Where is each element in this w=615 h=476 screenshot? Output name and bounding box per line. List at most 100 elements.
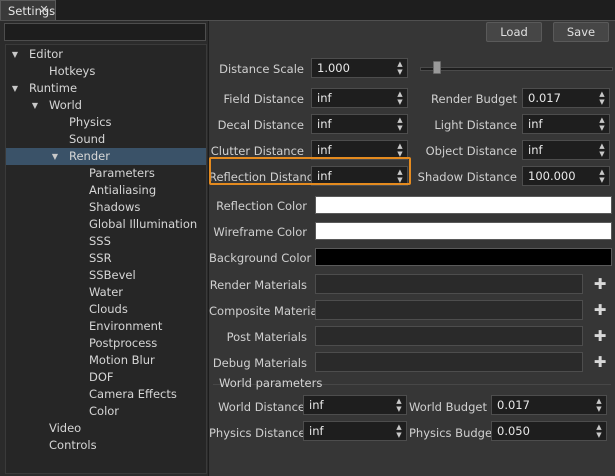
- spin-down-icon[interactable]: ▼: [395, 68, 405, 76]
- reflection-distance-highlight: [209, 157, 411, 185]
- distance-scale-slider[interactable]: [420, 67, 613, 71]
- spin-down-icon[interactable]: ▼: [394, 431, 404, 439]
- distance-scale-label: Distance Scale: [219, 62, 304, 76]
- tree-item[interactable]: ▼ Runtime: [6, 80, 206, 97]
- expand-arrow-icon[interactable]: ▼: [50, 148, 60, 165]
- tree-item[interactable]: Physics: [6, 114, 206, 131]
- left-field-spinbox[interactable]: inf ▲ ▼: [311, 88, 408, 108]
- expand-arrow-icon[interactable]: ▼: [10, 80, 20, 97]
- tree-item[interactable]: SSR: [6, 250, 206, 267]
- tree-item[interactable]: Controls: [6, 437, 206, 454]
- spin-up-icon[interactable]: ▲: [594, 397, 604, 405]
- world-parameters-title: World parameters: [219, 376, 323, 390]
- right-field-spinbox[interactable]: inf ▲ ▼: [522, 114, 610, 134]
- spin-up-icon[interactable]: ▲: [597, 168, 607, 176]
- spin-up-icon[interactable]: ▲: [597, 116, 607, 124]
- tree-item-label: SSR: [89, 251, 112, 265]
- world-distance-spinbox[interactable]: inf ▲ ▼: [303, 395, 407, 415]
- material-list[interactable]: [315, 274, 583, 294]
- tree-item[interactable]: SSBevel: [6, 267, 206, 284]
- tree-item[interactable]: ▼ Render: [6, 148, 206, 165]
- tree-item-label: Color: [89, 404, 120, 418]
- right-field-spinbox[interactable]: inf ▲ ▼: [522, 140, 610, 160]
- settings-tree-panel: ▼ Editor Hotkeys ▼ Runtime ▼ World Physics Sound…: [0, 21, 209, 476]
- spin-down-icon[interactable]: ▼: [395, 98, 405, 106]
- expand-arrow-icon[interactable]: ▼: [10, 46, 20, 63]
- spin-down-icon[interactable]: ▼: [597, 150, 607, 158]
- right-field-value: inf: [528, 143, 543, 157]
- spin-down-icon[interactable]: ▼: [594, 431, 604, 439]
- right-field-spinbox[interactable]: 0.017 ▲ ▼: [522, 88, 610, 108]
- render-settings-panel: Load Save Distance Scale 1.000 ▲ ▼ Field…: [209, 21, 615, 476]
- tree-item[interactable]: Camera Effects: [6, 386, 206, 403]
- spin-up-icon[interactable]: ▲: [597, 90, 607, 98]
- spin-up-icon[interactable]: ▲: [594, 423, 604, 431]
- physics-budget-spinbox[interactable]: 0.050 ▲ ▼: [491, 421, 607, 441]
- tree-item[interactable]: ▼ Editor: [6, 46, 206, 63]
- tree-item[interactable]: Parameters: [6, 165, 206, 182]
- material-list[interactable]: [315, 326, 583, 346]
- close-icon[interactable]: ✕: [38, 4, 50, 16]
- right-field-label: Render Budget: [431, 92, 517, 106]
- right-field-label: Shadow Distance: [417, 170, 517, 184]
- spin-up-icon[interactable]: ▲: [597, 142, 607, 150]
- tree-item-label: Water: [89, 285, 123, 299]
- tree-item[interactable]: Video: [6, 420, 206, 437]
- tree-item[interactable]: Antialiasing: [6, 182, 206, 199]
- right-field-value: 0.017: [528, 91, 561, 105]
- left-field-spinbox[interactable]: inf ▲ ▼: [311, 114, 408, 134]
- add-icon[interactable]: ✚: [593, 276, 607, 292]
- tree-item[interactable]: Water: [6, 284, 206, 301]
- spin-down-icon[interactable]: ▼: [394, 405, 404, 413]
- tree-item[interactable]: SSS: [6, 233, 206, 250]
- tab-settings[interactable]: Settings ✕: [0, 0, 56, 20]
- spin-down-icon[interactable]: ▼: [597, 176, 607, 184]
- tree-item-label: SSBevel: [89, 268, 136, 282]
- expand-arrow-icon[interactable]: ▼: [30, 97, 40, 114]
- physics-distance-label: Physics Distance: [209, 426, 306, 440]
- color-swatch[interactable]: [315, 248, 612, 266]
- spin-down-icon[interactable]: ▼: [597, 98, 607, 106]
- tree-item[interactable]: Shadows: [6, 199, 206, 216]
- tree-item[interactable]: Color: [6, 403, 206, 420]
- spin-up-icon[interactable]: ▲: [395, 90, 405, 98]
- add-icon[interactable]: ✚: [593, 302, 607, 318]
- spin-up-icon[interactable]: ▲: [395, 60, 405, 68]
- save-button[interactable]: Save: [553, 22, 609, 42]
- add-icon[interactable]: ✚: [593, 328, 607, 344]
- load-button[interactable]: Load: [486, 22, 542, 42]
- right-field-spinbox[interactable]: 100.000 ▲ ▼: [522, 166, 610, 186]
- color-swatch[interactable]: [315, 222, 612, 240]
- tree-item[interactable]: Sound: [6, 131, 206, 148]
- spin-down-icon[interactable]: ▼: [594, 405, 604, 413]
- spin-up-icon[interactable]: ▲: [395, 116, 405, 124]
- tree-item[interactable]: Motion Blur: [6, 352, 206, 369]
- tree-item[interactable]: Hotkeys: [6, 63, 206, 80]
- slider-handle[interactable]: [433, 61, 441, 74]
- tree-item[interactable]: Environment: [6, 318, 206, 335]
- tree-item[interactable]: DOF: [6, 369, 206, 386]
- tree-item-label: World: [49, 98, 82, 112]
- right-field-value: inf: [528, 117, 543, 131]
- tree-item[interactable]: Postprocess: [6, 335, 206, 352]
- tree-item-label: Global Illumination: [89, 217, 198, 231]
- tree-item[interactable]: ▼ World: [6, 97, 206, 114]
- physics-distance-spinbox[interactable]: inf ▲ ▼: [303, 421, 407, 441]
- spin-up-icon[interactable]: ▲: [395, 142, 405, 150]
- tree-item[interactable]: Global Illumination: [6, 216, 206, 233]
- color-swatch[interactable]: [315, 196, 612, 214]
- tree-item[interactable]: Clouds: [6, 301, 206, 318]
- spin-down-icon[interactable]: ▼: [597, 124, 607, 132]
- world-budget-spinbox[interactable]: 0.017 ▲ ▼: [491, 395, 607, 415]
- add-icon[interactable]: ✚: [593, 354, 607, 370]
- material-list[interactable]: [315, 352, 583, 372]
- material-label: Composite Materials: [209, 304, 327, 318]
- distance-scale-spinbox[interactable]: 1.000 ▲ ▼: [311, 58, 408, 78]
- search-input[interactable]: [4, 23, 206, 41]
- spin-up-icon[interactable]: ▲: [394, 397, 404, 405]
- color-label: Reflection Color: [216, 199, 307, 213]
- tree-item-label: Sound: [69, 132, 106, 146]
- spin-down-icon[interactable]: ▼: [395, 124, 405, 132]
- material-list[interactable]: [315, 300, 583, 320]
- spin-up-icon[interactable]: ▲: [394, 423, 404, 431]
